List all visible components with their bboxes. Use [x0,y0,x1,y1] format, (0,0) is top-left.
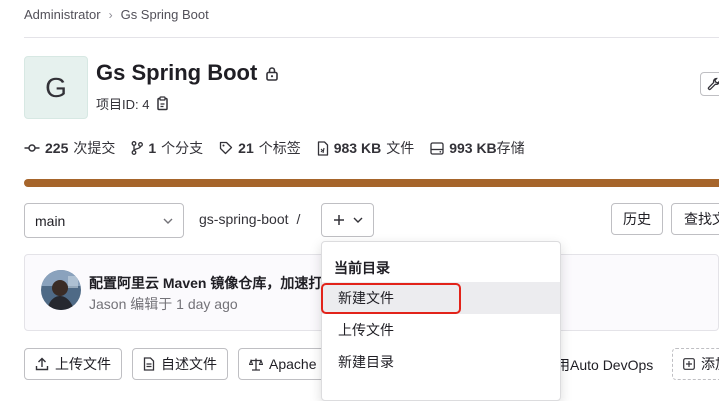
highlight-box [321,283,461,314]
stat-files-label: 文件 [386,140,415,156]
branch-selector[interactable]: main [24,203,184,238]
wrench-icon [707,77,719,91]
commit-icon [24,142,40,154]
stat-commits[interactable]: 225 次提交 [24,138,115,158]
repository-path-root[interactable]: gs-spring-boot [199,211,289,227]
project-id: 项目ID: 4 [96,94,169,113]
stat-commits-label: 次提交 [73,140,116,156]
stat-storage[interactable]: 993 KB 存储 [430,138,525,158]
commit-author[interactable]: Jason [89,296,126,312]
stat-tags-label: 个标签 [258,140,301,156]
stat-files[interactable]: 983 KB 文件 [317,138,414,158]
stat-tags[interactable]: 21 个标签 [219,138,301,158]
stat-commits-count: 225 [45,140,69,156]
stat-files-count: 983 KB [333,140,382,156]
project-actions: 上传文件 自述文件 Apache L [24,348,326,380]
branch-selector-value: main [35,212,66,229]
plus-icon [333,214,345,226]
commit-message[interactable]: 配置阿里云 Maven 镜像仓库，加速打 [89,273,322,293]
repository-path-separator: / [296,211,301,227]
header-divider [24,37,719,38]
menu-item-upload-file[interactable]: 上传文件 [322,314,560,346]
breadcrumb-item-project[interactable]: Gs Spring Boot [121,7,209,22]
commit-meta: Jason 编辑于 1 day ago [89,294,238,314]
find-file-button[interactable]: 查找文件 [671,203,719,235]
document-icon [143,357,155,371]
stat-branches-count: 1 [148,140,157,156]
storage-icon [430,141,444,155]
auto-devops-button[interactable]: 用Auto DevOps [556,355,653,375]
stat-branches[interactable]: 1 个分支 [131,138,203,158]
settings-button[interactable] [700,72,719,96]
project-name: Gs Spring Boot [96,60,258,85]
add-to-tree-button[interactable] [321,203,374,237]
stat-branches-label: 个分支 [161,140,204,156]
upload-file-label: 上传文件 [55,356,111,372]
upload-file-button[interactable]: 上传文件 [24,348,122,380]
history-button[interactable]: 历史 [611,203,663,235]
project-avatar-letter: G [45,71,67,103]
plus-square-icon [683,358,695,370]
upload-icon [35,357,49,371]
repository-language-bar [24,179,719,187]
stat-storage-count: 993 KB [449,140,497,156]
license-label: Apache L [269,356,326,372]
lock-icon [265,66,279,81]
breadcrumb-item-group[interactable]: Administrator [24,7,101,22]
stat-storage-label: 存储 [496,140,525,156]
repository-path: gs-spring-boot / [199,211,300,227]
project-stats: 225 次提交 1 个分支 21 个标签 983 KB 文件 993 KB 存储 [24,138,541,158]
project-avatar: G [24,56,88,119]
chevron-down-icon [353,217,363,223]
add-label: 添加 [701,356,719,372]
tag-icon [219,141,233,155]
project-title: Gs Spring Boot [96,60,279,86]
add-button[interactable]: 添加 [672,348,719,380]
commit-time: 编辑于 1 day ago [130,296,238,312]
readme-button[interactable]: 自述文件 [132,348,228,380]
license-button[interactable]: Apache L [238,348,326,380]
dropdown-header: 当前目录 [334,260,390,276]
breadcrumb: Administrator › Gs Spring Boot [24,7,209,22]
readme-label: 自述文件 [161,356,217,372]
chevron-down-icon [163,218,173,224]
branch-icon [131,141,144,155]
avatar[interactable] [41,270,81,310]
project-id-label: 项目ID: 4 [96,97,150,112]
breadcrumb-separator: › [108,7,113,22]
scale-icon [249,357,263,371]
copy-icon[interactable] [155,96,169,111]
stat-tags-count: 21 [238,140,254,156]
menu-item-new-directory[interactable]: 新建目录 [322,346,560,378]
file-icon [317,140,329,156]
